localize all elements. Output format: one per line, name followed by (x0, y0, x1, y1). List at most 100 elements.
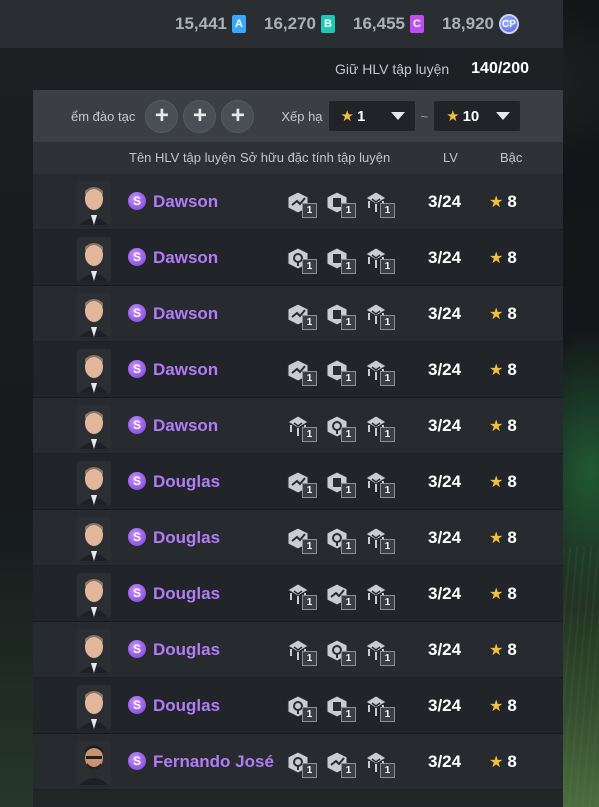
trait-level: 1 (302, 483, 317, 498)
tactic-icon[interactable]: 1 (363, 468, 395, 498)
shield-icon[interactable]: 1 (285, 748, 317, 778)
trait-level: 1 (380, 259, 395, 274)
trainer-row[interactable]: S Douglas 1 1 1 3/24 ★ 8 (33, 566, 563, 622)
tactic-icon[interactable]: 1 (285, 412, 317, 442)
trainer-panel: Giữ HLV tập luyện 140/200 ểm đào tạc + +… (33, 48, 563, 807)
card-icon[interactable]: 1 (324, 244, 356, 274)
avatar (77, 405, 111, 449)
trainer-rank: ★ 8 (489, 248, 517, 268)
trait-level: 1 (302, 203, 317, 218)
trainer-row[interactable]: S Douglas 1 1 1 3/24 ★ 8 (33, 454, 563, 510)
add-slot-button-3[interactable]: + (221, 99, 255, 133)
tactic-icon[interactable]: 1 (285, 580, 317, 610)
trainer-name: Douglas (153, 472, 221, 491)
trainer-rank-value: 8 (507, 248, 517, 267)
grade-badge-icon: S (128, 528, 146, 546)
whistle-icon[interactable]: 1 (285, 188, 317, 218)
filter-bar: ểm đào tạc + + + Xếp hạ ★ 1 ~ ★ 10 (33, 90, 563, 142)
trainer-rank-value: 8 (507, 192, 517, 211)
avatar (77, 293, 111, 337)
trainer-rank-value: 8 (507, 360, 517, 379)
trait-level: 1 (302, 763, 317, 778)
trainer-rank-value: 8 (507, 416, 517, 435)
card-icon[interactable]: 1 (324, 300, 356, 330)
tactic-icon[interactable]: 1 (285, 636, 317, 666)
col-lv-header[interactable]: LV (443, 150, 458, 165)
trait-level: 1 (380, 539, 395, 554)
tactic-icon[interactable]: 1 (363, 748, 395, 778)
trainer-name: Dawson (153, 304, 219, 323)
left-side-panel (0, 48, 33, 807)
tactic-icon[interactable]: 1 (363, 412, 395, 442)
trainer-row[interactable]: S Fernando José 1 1 1 3/24 ★ 8 (33, 734, 563, 790)
whistle-icon[interactable]: 1 (285, 524, 317, 554)
trait-level: 1 (302, 651, 317, 666)
add-slot-button-1[interactable]: + (145, 99, 179, 133)
tactic-icon[interactable]: 1 (363, 692, 395, 722)
shield-icon[interactable]: 1 (324, 412, 356, 442)
whistle-icon[interactable]: 1 (324, 748, 356, 778)
trainer-row[interactable]: S Dawson 1 1 1 3/24 ★ 8 (33, 174, 563, 230)
trait-level: 1 (302, 371, 317, 386)
rank-max-select[interactable]: ★ 10 (434, 101, 521, 131)
avatar (77, 181, 111, 225)
avatar (77, 349, 111, 393)
trainer-row[interactable]: S Dawson 1 1 1 3/24 ★ 8 (33, 230, 563, 286)
trainer-row[interactable]: S Dawson 1 1 1 3/24 ★ 8 (33, 342, 563, 398)
trait-level: 1 (302, 259, 317, 274)
trait-list: 1 1 1 (285, 188, 395, 218)
tactic-icon[interactable]: 1 (363, 300, 395, 330)
trainer-name: Douglas (153, 640, 221, 659)
card-icon[interactable]: 1 (324, 468, 356, 498)
trait-level: 1 (341, 651, 356, 666)
shield-icon[interactable]: 1 (324, 524, 356, 554)
tactic-icon[interactable]: 1 (363, 580, 395, 610)
rank-min-select[interactable]: ★ 1 (328, 101, 415, 131)
trainer-rank-value: 8 (507, 752, 517, 771)
trainer-row[interactable]: S Dawson 1 1 1 3/24 ★ 8 (33, 286, 563, 342)
trait-list: 1 1 1 (285, 468, 395, 498)
trainer-name: Douglas (153, 584, 221, 603)
trainer-name: Dawson (153, 192, 219, 211)
trainer-rank: ★ 8 (489, 360, 517, 380)
whistle-icon[interactable]: 1 (285, 356, 317, 386)
tactic-icon[interactable]: 1 (363, 188, 395, 218)
trait-level: 1 (302, 707, 317, 722)
shield-icon[interactable]: 1 (285, 244, 317, 274)
trait-level: 1 (341, 483, 356, 498)
chevron-down-icon (390, 112, 405, 120)
trainer-row[interactable]: S Dawson 1 1 1 3/24 ★ 8 (33, 398, 563, 454)
star-icon: ★ (489, 642, 504, 659)
tactic-icon[interactable]: 1 (363, 356, 395, 386)
card-icon[interactable]: 1 (324, 188, 356, 218)
trait-level: 1 (302, 427, 317, 442)
cp-coin-icon: CP (499, 14, 519, 34)
capacity-value: 140/200 (471, 60, 529, 77)
shield-icon[interactable]: 1 (324, 636, 356, 666)
col-name-header[interactable]: Tên HLV tập luyện (129, 150, 236, 165)
whistle-icon[interactable]: 1 (285, 300, 317, 330)
trainer-level: 3/24 (428, 192, 462, 211)
whistle-icon[interactable]: 1 (324, 580, 356, 610)
card-icon[interactable]: 1 (324, 692, 356, 722)
whistle-icon[interactable]: 1 (285, 468, 317, 498)
avatar (77, 573, 111, 617)
add-slot-button-2[interactable]: + (183, 99, 217, 133)
rank-max-value: 10 (462, 107, 480, 125)
trainer-row[interactable]: S Douglas 1 1 1 3/24 ★ 8 (33, 622, 563, 678)
trait-list: 1 1 1 (285, 412, 395, 442)
trainer-row[interactable]: S Douglas 1 1 1 3/24 ★ 8 (33, 678, 563, 734)
trainer-rank: ★ 8 (489, 304, 517, 324)
card-icon[interactable]: 1 (324, 356, 356, 386)
currency-a: 15,441 A (175, 14, 246, 34)
trait-list: 1 1 1 (285, 300, 395, 330)
col-rank-header[interactable]: Bậc (500, 150, 522, 165)
shield-icon[interactable]: 1 (285, 692, 317, 722)
tactic-icon[interactable]: 1 (363, 524, 395, 554)
tactic-icon[interactable]: 1 (363, 636, 395, 666)
trainer-row[interactable]: S Douglas 1 1 1 3/24 ★ 8 (33, 510, 563, 566)
avatar (77, 237, 111, 281)
trainer-rank: ★ 8 (489, 752, 517, 772)
trait-level: 1 (302, 315, 317, 330)
tactic-icon[interactable]: 1 (363, 244, 395, 274)
